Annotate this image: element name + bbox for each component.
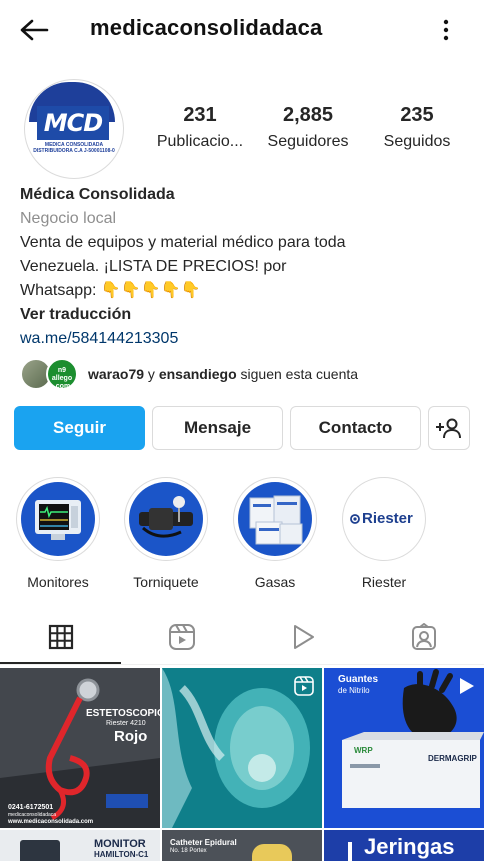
followed-by-conjunction: y <box>144 366 159 382</box>
followers-count: 2,885 <box>282 104 334 126</box>
bio-website-link[interactable]: wa.me/584144213305 <box>20 327 466 351</box>
profile-bio: Médica Consolidada Negocio local Venta d… <box>20 183 466 351</box>
grid-icon <box>48 624 73 650</box>
follower-username-1[interactable]: warao79 <box>88 366 144 382</box>
play-icon <box>293 625 314 649</box>
play-icon <box>460 678 474 694</box>
follower-username-2[interactable]: ensandiego <box>159 366 237 382</box>
highlight-label: Monitores <box>27 574 89 590</box>
follower-avatar-2: n9 allego .com <box>46 358 78 390</box>
posts-count: 231 <box>183 104 217 126</box>
highlight-image-riester: Riester <box>347 482 421 556</box>
followed-by-suffix: siguen esta cuenta <box>236 366 359 382</box>
tab-reels[interactable] <box>121 610 242 664</box>
profile-display-name: Médica Consolidada <box>20 186 175 203</box>
riester-logo-text: Riester <box>362 510 413 527</box>
post-maker: WRP <box>354 746 373 755</box>
post-title: Jeringas <box>364 834 455 859</box>
see-translation-link[interactable]: Ver traducción <box>20 303 466 327</box>
post-site: www.medicaconsolidada.com <box>8 819 94 825</box>
highlight-monitores[interactable]: Monitores <box>15 477 101 590</box>
post-thumbnail[interactable]: Guantes de Nitrilo DERMAGRIP WRP <box>324 668 484 828</box>
post-divider-line <box>348 842 352 861</box>
post-title: Catheter Epidural <box>170 838 237 847</box>
post-subtitle: No. 18 Portex <box>170 848 207 854</box>
highlight-ring <box>16 477 100 561</box>
message-button[interactable]: Mensaje <box>152 406 283 450</box>
stat-posts[interactable]: 231 Publicacio... <box>150 104 250 151</box>
reels-icon <box>294 676 314 696</box>
bio-line-1: Venta de equipos y material médico para … <box>20 234 346 251</box>
avatar-subtext: MEDICA CONSOLIDADA DISTRIBUIDORA C.A J-5… <box>33 142 115 154</box>
following-label: Seguidos <box>383 133 451 150</box>
tab-videos[interactable] <box>242 610 363 664</box>
post-subtitle: de Nitrilo <box>338 686 370 695</box>
reels-icon <box>168 624 195 650</box>
highlight-ring: Riester <box>342 477 426 561</box>
add-user-button[interactable] <box>428 406 470 450</box>
followers-label: Seguidores <box>267 133 349 150</box>
post-brand: DERMAGRIP <box>428 754 477 763</box>
stat-followers[interactable]: 2,885 Seguidores <box>258 104 358 151</box>
highlight-ring <box>233 477 317 561</box>
post-thumbnail[interactable] <box>162 668 322 828</box>
highlight-gasas[interactable]: Gasas <box>232 477 318 590</box>
highlight-label: Torniquete <box>133 574 199 590</box>
post-thumbnail[interactable]: MONITOR HAMILTON-C1 <box>0 830 160 861</box>
followed-by-text: warao79 y ensandiego siguen esta cuenta <box>88 366 358 382</box>
tab-tagged[interactable] <box>363 610 484 664</box>
profile-category: Negocio local <box>20 210 117 227</box>
follow-button[interactable]: Seguir <box>14 406 145 450</box>
highlight-torniquete[interactable]: Torniquete <box>123 477 209 590</box>
tabs-divider <box>0 664 484 665</box>
contact-button[interactable]: Contacto <box>290 406 421 450</box>
post-color-label: Rojo <box>114 728 148 745</box>
following-count: 235 <box>400 104 434 126</box>
more-vertical-icon <box>443 19 449 41</box>
profile-stats: 231 Publicacio... 2,885 Seguidores 235 S… <box>150 104 462 156</box>
stat-following[interactable]: 235 Seguidos <box>372 104 462 151</box>
post-thumbnail[interactable]: ESTETOSCOPIO Riester 4210 Rojo 0241-6172… <box>0 668 160 828</box>
post-subtitle: HAMILTON-C1 <box>94 850 149 859</box>
bio-line-3: Whatsapp: 👇👇👇👇👇 <box>20 282 201 299</box>
post-title: MONITOR <box>94 838 146 850</box>
post-handle: medicaconsolidadaca <box>8 812 57 818</box>
highlight-image-tourniquet <box>129 482 203 556</box>
highlight-label: Riester <box>361 574 407 590</box>
top-bar: medicaconsolidadaca <box>0 0 484 60</box>
profile-username: medicaconsolidadaca <box>90 15 323 40</box>
posts-grid: ESTETOSCOPIO Riester 4210 Rojo 0241-6172… <box>0 668 484 861</box>
profile-tabs <box>0 610 484 666</box>
avatar-logo: MCD <box>37 106 109 140</box>
highlight-riester[interactable]: Riester Riester <box>341 477 427 590</box>
post-thumbnail[interactable]: Jeringas <box>324 830 484 861</box>
bio-line-2: Venezuela. ¡LISTA DE PRECIOS! por <box>20 258 287 275</box>
more-options-button[interactable] <box>432 14 460 46</box>
post-monitor-graphic <box>20 840 60 861</box>
post-subtitle: Riester 4210 <box>106 720 146 727</box>
post-phone: 0241-6172501 <box>8 804 54 811</box>
highlight-image-monitor <box>21 482 95 556</box>
post-title: ESTETOSCOPIO <box>86 708 160 719</box>
post-catheter-graphic <box>252 844 292 861</box>
post-title: Guantes <box>338 674 379 685</box>
highlight-image-gauze <box>238 482 312 556</box>
tab-grid[interactable] <box>0 610 121 664</box>
highlight-ring <box>124 477 208 561</box>
arrow-left-icon <box>20 19 49 41</box>
tagged-icon <box>411 623 436 650</box>
profile-avatar[interactable]: MCD MEDICA CONSOLIDADA DISTRIBUIDORA C.A… <box>24 79 124 179</box>
highlight-label: Gasas <box>254 574 296 590</box>
back-button[interactable] <box>16 14 52 46</box>
post-thumbnail[interactable]: Catheter Epidural No. 18 Portex <box>162 830 322 861</box>
followed-by[interactable]: n9 allego .com warao79 y ensandiego sigu… <box>20 358 466 392</box>
person-add-icon <box>436 418 461 439</box>
posts-label: Publicacio... <box>156 133 244 150</box>
